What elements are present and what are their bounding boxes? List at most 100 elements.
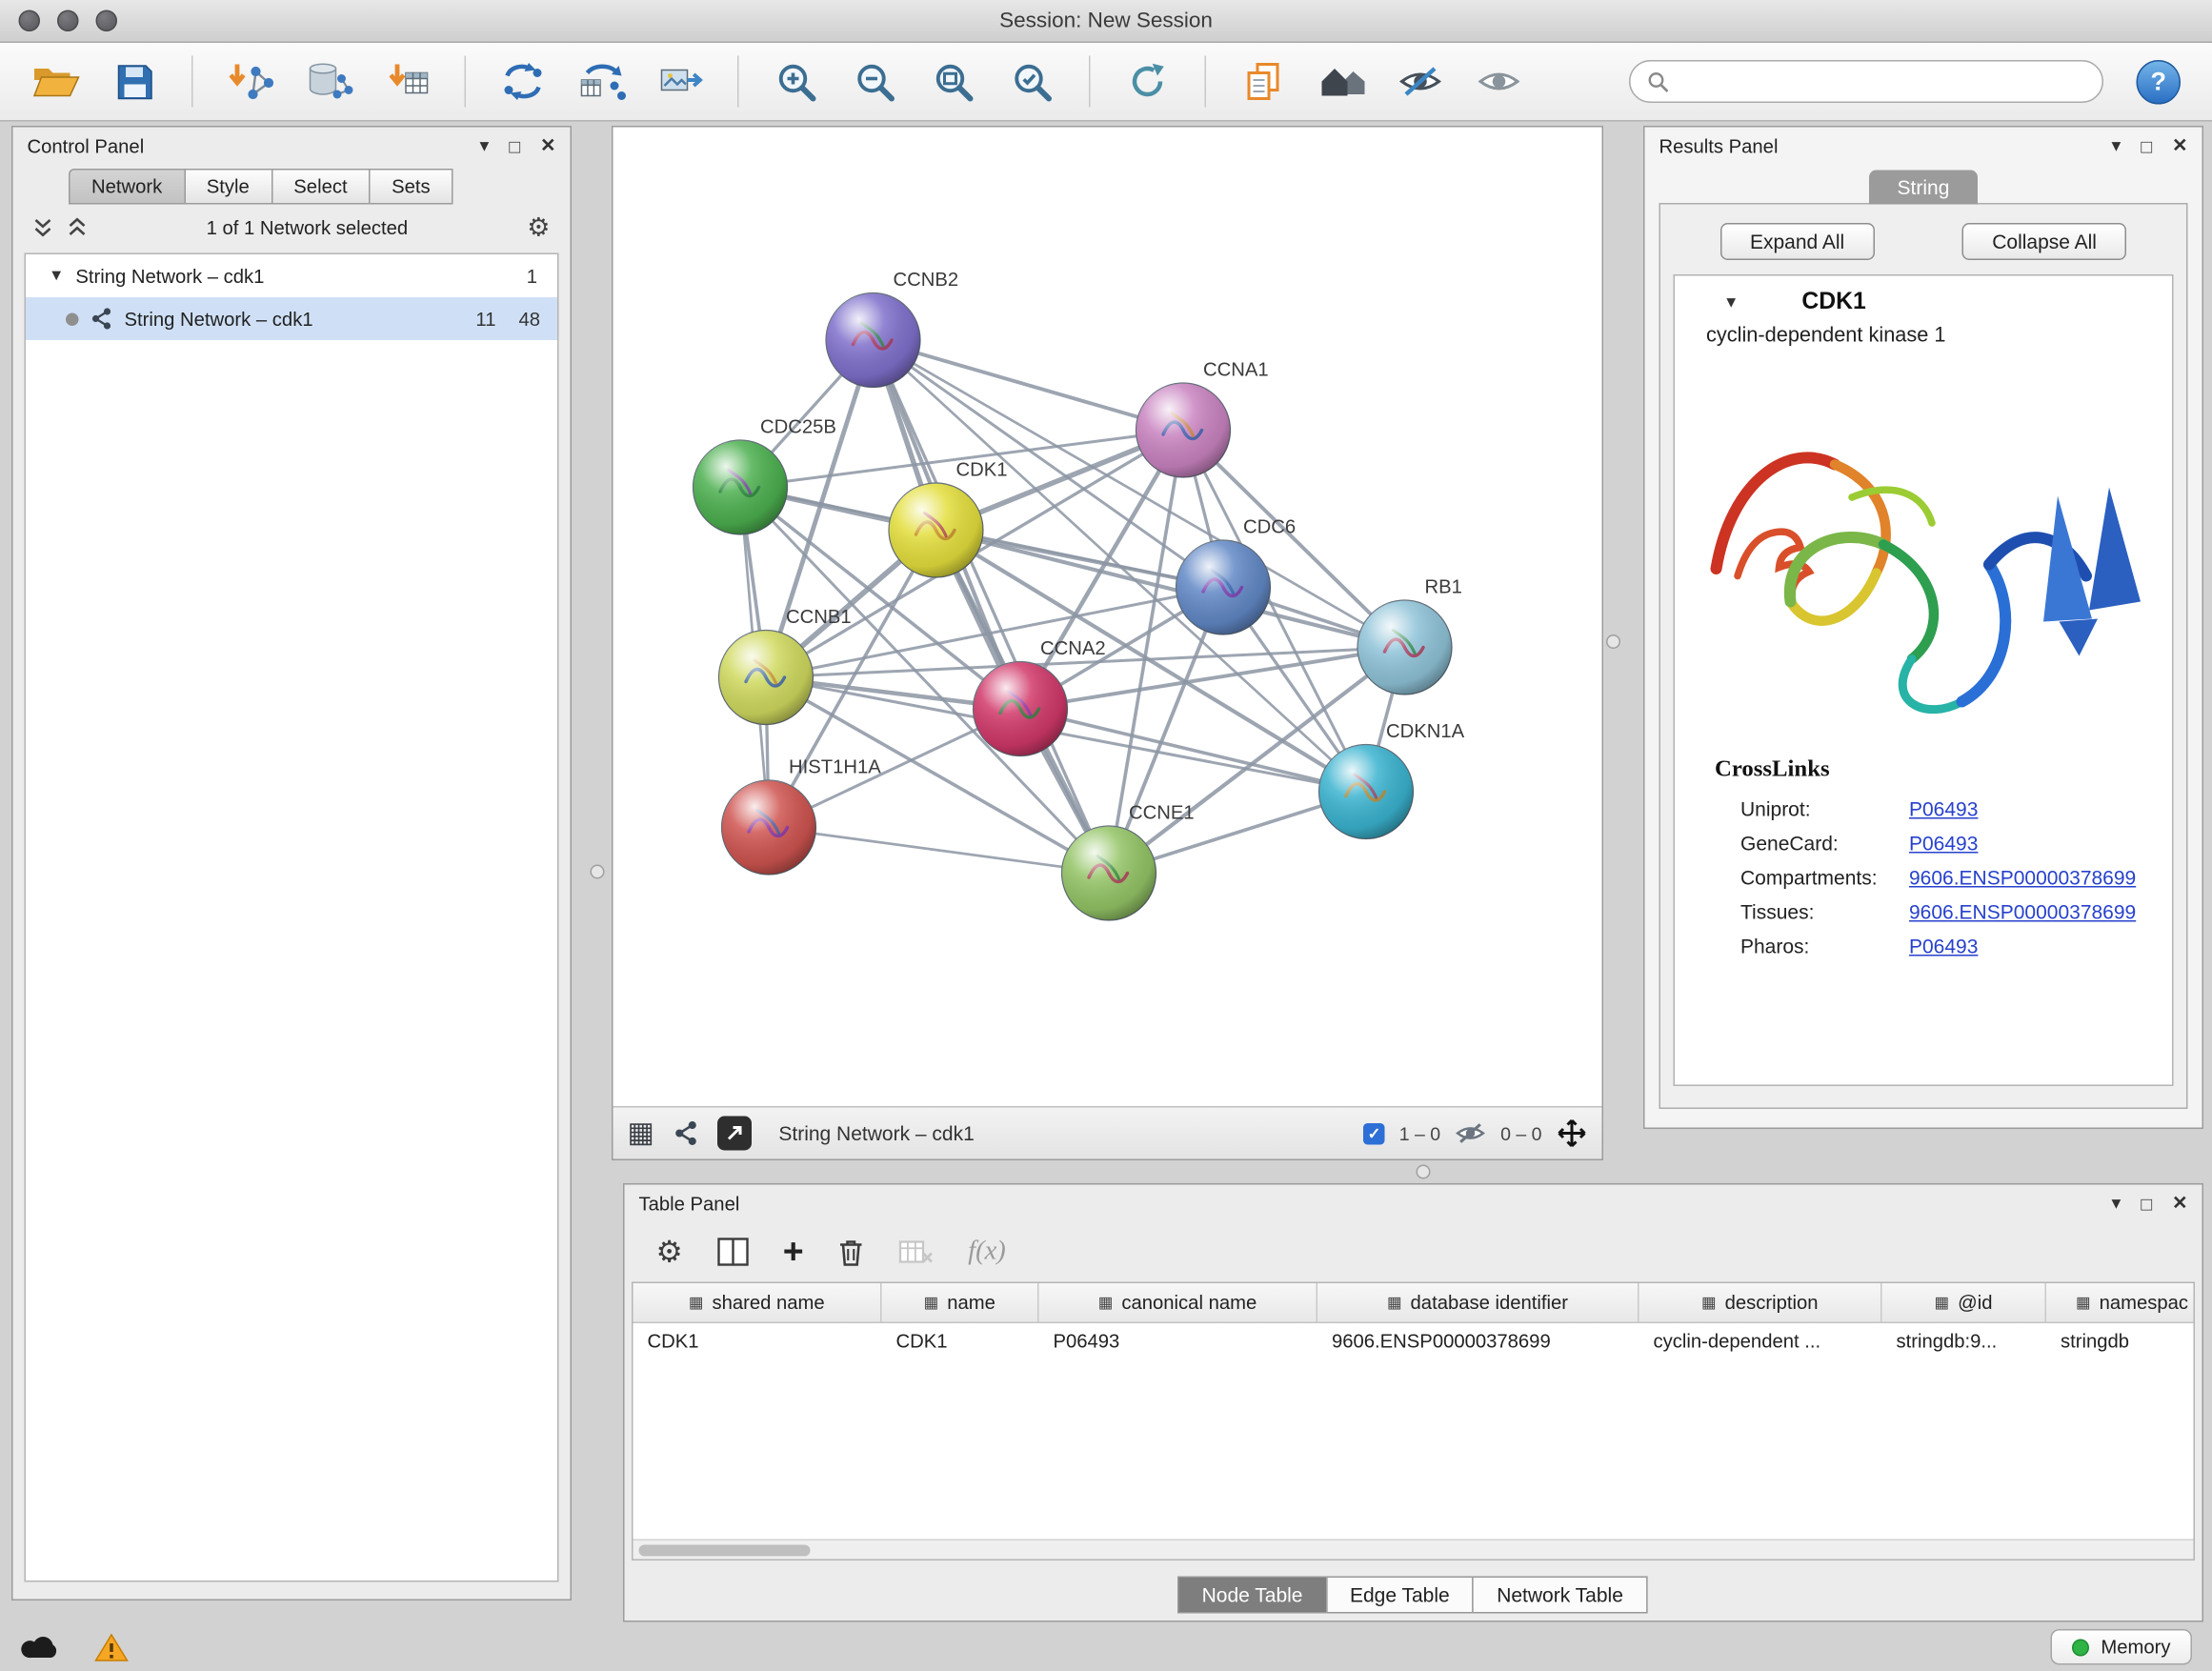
zoom-fit-button[interactable] xyxy=(920,50,986,113)
control-panel-tabs: NetworkStyleSelectSets xyxy=(70,169,571,205)
hide-selected-button[interactable] xyxy=(1388,50,1454,113)
panel-menu-icon[interactable]: ▾ xyxy=(2112,134,2122,157)
collapse-all-tree-icon[interactable] xyxy=(68,217,88,237)
panel-close-icon[interactable]: ✕ xyxy=(2172,134,2187,157)
table-cell[interactable]: CDK1 xyxy=(882,1323,1039,1359)
network-options-gear-icon[interactable]: ⚙ xyxy=(527,212,550,243)
network-edge[interactable] xyxy=(874,340,1110,874)
panel-float-icon[interactable]: □ xyxy=(2141,1193,2152,1215)
help-button[interactable]: ? xyxy=(2137,59,2182,104)
tree-expander-icon[interactable]: ▼ xyxy=(49,268,64,285)
tab-string[interactable]: String xyxy=(1869,171,1979,205)
crosslink-link[interactable]: 9606.ENSP00000378699 xyxy=(1909,900,2136,923)
zoom-in-button[interactable] xyxy=(763,50,829,113)
splitter-handle[interactable] xyxy=(1606,634,1620,649)
search-input[interactable] xyxy=(1680,70,2085,92)
import-table-button[interactable] xyxy=(374,50,440,113)
crosslink-label: Compartments: xyxy=(1740,866,1909,889)
add-column-icon[interactable]: + xyxy=(783,1234,804,1270)
import-network-database-button[interactable] xyxy=(296,50,362,113)
panel-float-icon[interactable]: □ xyxy=(2141,135,2152,157)
zoom-out-button[interactable] xyxy=(842,50,908,113)
node-label-cdkn1a: CDKN1A xyxy=(1386,721,1465,742)
function-builder-button[interactable]: f(x) xyxy=(968,1237,1006,1268)
network-collection-row[interactable]: ▼ String Network – cdk1 1 xyxy=(26,254,557,297)
tab-edge-table[interactable]: Edge Table xyxy=(1325,1577,1474,1614)
crosslink-link[interactable]: P06493 xyxy=(1909,797,1978,820)
column-header-database-identifier[interactable]: ▦database identifier xyxy=(1317,1283,1639,1322)
open-in-new-button[interactable] xyxy=(717,1117,752,1151)
expand-all-button[interactable]: Expand All xyxy=(1719,223,1874,260)
select-columns-icon[interactable] xyxy=(717,1238,749,1266)
column-header-shared-name[interactable]: ▦shared name xyxy=(633,1283,882,1322)
expand-all-tree-icon[interactable] xyxy=(33,217,53,237)
import-network-file-button[interactable] xyxy=(217,50,283,113)
delete-column-trash-icon[interactable] xyxy=(838,1237,866,1267)
network-view-statusbar: ▦ String Network – cdk1 ✓ 1 – 0 0 – 0 xyxy=(613,1106,1602,1159)
memory-button[interactable]: Memory xyxy=(2051,1630,2192,1666)
column-header-namespac[interactable]: ▦namespac xyxy=(2046,1283,2195,1322)
table-row[interactable]: CDK1CDK1P064939606.ENSP00000378699cyclin… xyxy=(633,1323,2194,1359)
panel-menu-icon[interactable]: ▾ xyxy=(2112,1192,2122,1215)
tab-node-table[interactable]: Node Table xyxy=(1177,1577,1327,1614)
network-edge[interactable] xyxy=(874,340,1184,431)
table-settings-gear-icon[interactable]: ⚙ xyxy=(656,1237,683,1267)
zoom-in-icon xyxy=(776,62,816,102)
collapse-all-button[interactable]: Collapse All xyxy=(1962,223,2127,260)
cloud-icon[interactable] xyxy=(20,1633,63,1661)
copy-document-button[interactable] xyxy=(1231,50,1297,113)
tab-select[interactable]: Select xyxy=(271,169,370,205)
crosslink-link[interactable]: 9606.ENSP00000378699 xyxy=(1909,866,2136,889)
table-cell[interactable]: cyclin-dependent ... xyxy=(1639,1323,1882,1359)
tab-style[interactable]: Style xyxy=(184,169,272,205)
gene-section-header[interactable]: ▼ CDK1 xyxy=(1675,276,2172,322)
birdseye-view-icon[interactable]: ▦ xyxy=(628,1119,654,1148)
network-canvas[interactable]: CCNB2CCNA1CDC25BCDK1CDC6RB1CCNB1CCNA2CDK… xyxy=(613,128,1602,1107)
network-selection-summary: 1 of 1 Network selected xyxy=(102,216,513,238)
network-share-icon[interactable] xyxy=(673,1120,698,1146)
warning-icon[interactable] xyxy=(94,1632,129,1663)
tab-sets[interactable]: Sets xyxy=(369,169,453,205)
new-network-from-table-button[interactable] xyxy=(569,50,634,113)
crosslink-link[interactable]: P06493 xyxy=(1909,935,1978,957)
panel-float-icon[interactable]: □ xyxy=(509,135,520,157)
column-header-name[interactable]: ▦name xyxy=(882,1283,1039,1322)
export-image-button[interactable] xyxy=(648,50,714,113)
scrollbar-thumb[interactable] xyxy=(639,1545,811,1557)
node-label-rb1: RB1 xyxy=(1425,577,1462,598)
table-horizontal-scrollbar[interactable] xyxy=(633,1540,2194,1560)
crosslink-link[interactable]: P06493 xyxy=(1909,832,1978,855)
show-all-button[interactable] xyxy=(1466,50,1532,113)
tab-network[interactable]: Network xyxy=(69,169,185,205)
tab-network-table[interactable]: Network Table xyxy=(1473,1577,1648,1614)
splitter-handle[interactable] xyxy=(591,865,605,879)
splitter-handle[interactable] xyxy=(1417,1165,1431,1179)
panel-menu-icon[interactable]: ▾ xyxy=(480,134,490,157)
table-cell[interactable]: CDK1 xyxy=(633,1323,882,1359)
home-button[interactable] xyxy=(1309,50,1375,113)
results-buttons-row: Expand All Collapse All xyxy=(1674,217,2174,274)
network-edge[interactable] xyxy=(769,828,1109,874)
selected-checkbox-icon[interactable]: ✓ xyxy=(1363,1122,1385,1144)
clear-table-icon-disabled[interactable] xyxy=(899,1239,934,1265)
open-session-button[interactable] xyxy=(23,50,89,113)
table-cell[interactable]: stringdb:9... xyxy=(1882,1323,2047,1359)
table-cell[interactable]: P06493 xyxy=(1039,1323,1318,1359)
move-crosshair-icon[interactable] xyxy=(1557,1117,1588,1149)
column-header--id[interactable]: ▦@id xyxy=(1882,1283,2047,1322)
search-box[interactable] xyxy=(1629,60,2103,103)
save-session-button[interactable] xyxy=(102,50,168,113)
zoom-selected-button[interactable] xyxy=(999,50,1065,113)
apply-layout-button[interactable] xyxy=(1115,50,1180,113)
new-network-button[interactable] xyxy=(491,50,556,113)
network-row-selected[interactable]: String Network – cdk1 11 48 xyxy=(26,297,557,340)
panel-close-icon[interactable]: ✕ xyxy=(540,134,555,157)
column-header-canonical-name[interactable]: ▦canonical name xyxy=(1039,1283,1318,1322)
column-header-description[interactable]: ▦description xyxy=(1639,1283,1882,1322)
crosslink-row: Tissues:9606.ENSP00000378699 xyxy=(1675,895,2172,929)
panel-close-icon[interactable]: ✕ xyxy=(2172,1192,2187,1215)
network-edge[interactable] xyxy=(1020,709,1366,792)
table-cell[interactable]: stringdb xyxy=(2046,1323,2195,1359)
section-expander-icon[interactable]: ▼ xyxy=(1723,293,1739,311)
table-cell[interactable]: 9606.ENSP00000378699 xyxy=(1317,1323,1639,1359)
